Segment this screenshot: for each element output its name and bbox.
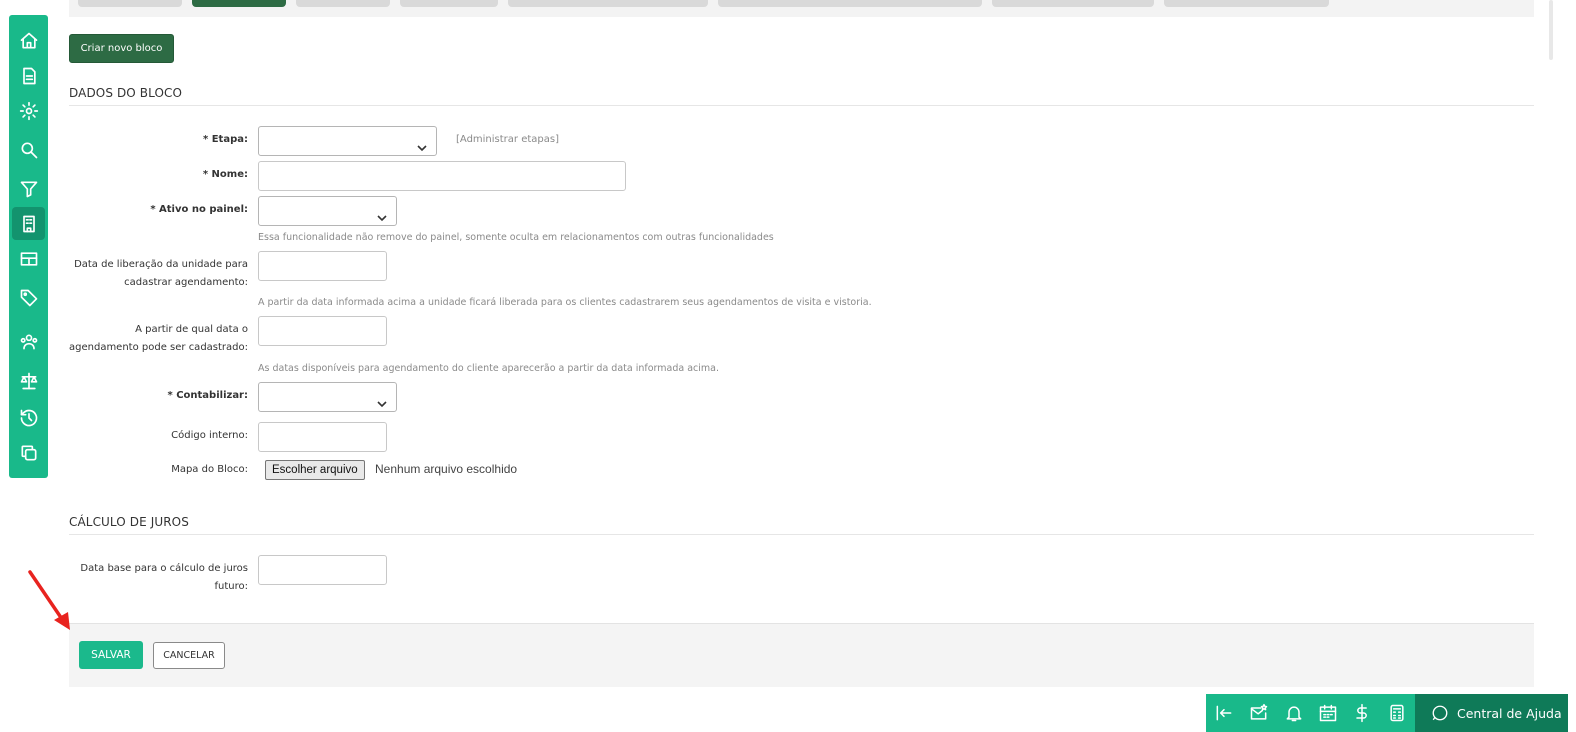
document-icon (22, 67, 36, 84)
etapa-label: * Etapa: (203, 134, 248, 145)
tab-bar (69, 0, 1534, 17)
history-icon (20, 409, 37, 426)
tab-2-active[interactable] (192, 0, 286, 7)
sidebar-item-search[interactable] (12, 133, 45, 166)
collapse-button[interactable] (1214, 703, 1234, 723)
section-divider (69, 534, 1534, 535)
choose-file-button[interactable]: Escolher arquivo (265, 460, 365, 480)
cancel-button[interactable]: CANCELAR (153, 642, 225, 669)
tag-icon (20, 289, 37, 306)
codigo-input[interactable] (258, 422, 387, 452)
calendar-button[interactable] (1318, 703, 1338, 723)
notifications-button[interactable] (1284, 703, 1304, 723)
chat-help-icon (1432, 705, 1448, 721)
tab-7[interactable] (992, 0, 1154, 7)
juros-label-line1: Data base para o cálculo de juros (80, 563, 248, 574)
tab-1[interactable] (78, 0, 182, 7)
sidebar-item-table[interactable] (12, 242, 45, 275)
calculator-button[interactable] (1387, 703, 1407, 723)
section-title-interest: CÁLCULO DE JUROS (69, 515, 189, 529)
scale-icon (20, 372, 37, 389)
ativo-hint: Essa funcionalidade não remove do painel… (258, 232, 774, 243)
tab-4[interactable] (400, 0, 498, 7)
chevron-down-icon (377, 393, 387, 408)
tab-8[interactable] (1164, 0, 1329, 7)
settings-icon (19, 101, 38, 120)
scrollbar[interactable] (1549, 0, 1553, 60)
contabilizar-select[interactable] (258, 382, 397, 412)
chevron-down-icon (377, 207, 387, 222)
mapa-label: Mapa do Bloco: (171, 464, 248, 475)
sidebar (9, 15, 48, 478)
bell-icon (1286, 706, 1302, 722)
calendar-icon (1319, 704, 1337, 722)
table-icon (20, 251, 37, 266)
section-title-block-data: DADOS DO BLOCO (69, 86, 183, 100)
etapa-select[interactable] (258, 126, 437, 156)
chevron-down-icon (417, 137, 427, 152)
tab-6[interactable] (718, 0, 982, 7)
copy-icon (21, 445, 36, 460)
collapse-icon (1216, 705, 1232, 721)
bottom-toolbar (1206, 694, 1415, 732)
section-divider (69, 105, 1534, 106)
ativo-label: * Ativo no painel: (150, 204, 248, 215)
tab-5[interactable] (508, 0, 708, 7)
save-button[interactable]: SALVAR (79, 641, 143, 669)
sidebar-item-legal[interactable] (12, 364, 45, 397)
nome-input[interactable] (258, 161, 626, 191)
form-actions-bar (69, 623, 1534, 687)
sidebar-item-history[interactable] (12, 401, 45, 434)
liberacao-hint: A partir da data informada acima a unida… (258, 297, 872, 308)
calculator-icon (1390, 704, 1404, 722)
file-status: Nenhum arquivo escolhido (375, 462, 518, 476)
manage-stages-link[interactable]: [Administrar etapas] (456, 134, 559, 145)
liberacao-label-line1: Data de liberação da unidade para (74, 259, 248, 270)
mail-star-icon (1250, 703, 1268, 720)
codigo-label: Código interno: (171, 430, 248, 441)
sidebar-item-home[interactable] (12, 24, 45, 57)
help-center-label: Central de Ajuda (1457, 705, 1562, 721)
create-block-button[interactable]: Criar novo bloco (69, 34, 174, 63)
help-center-button[interactable]: Central de Ajuda (1415, 694, 1568, 732)
finance-button[interactable] (1352, 703, 1372, 723)
agendamento-date-input[interactable] (258, 316, 387, 346)
sidebar-item-tags[interactable] (12, 281, 45, 314)
annotation-arrow-icon (28, 570, 70, 630)
nome-label: * Nome: (202, 169, 248, 180)
contabilizar-label: * Contabilizar: (167, 390, 248, 401)
filter-icon (20, 181, 37, 197)
juros-date-input[interactable] (258, 555, 387, 585)
sidebar-item-documents[interactable] (12, 59, 45, 92)
tab-3[interactable] (296, 0, 390, 7)
building-icon (22, 215, 35, 232)
home-icon (20, 32, 37, 49)
messages-button[interactable] (1249, 703, 1269, 723)
liberacao-date-input[interactable] (258, 251, 387, 281)
ativo-select[interactable] (258, 196, 397, 226)
search-icon (21, 142, 37, 158)
sidebar-item-users[interactable] (12, 325, 45, 358)
agendamento-label-line2: agendamento pode ser cadastrado: (69, 342, 248, 353)
juros-label-line2: futuro: (214, 581, 249, 592)
sidebar-item-copy[interactable] (12, 436, 45, 469)
liberacao-label-line2: cadastrar agendamento: (124, 277, 248, 288)
dollar-icon (1356, 703, 1367, 723)
agendamento-hint: As datas disponíveis para agendamento do… (258, 363, 720, 374)
sidebar-item-settings[interactable] (12, 94, 45, 127)
sidebar-item-buildings[interactable] (12, 207, 45, 240)
users-icon (20, 334, 37, 349)
sidebar-item-filter[interactable] (12, 172, 45, 205)
agendamento-label-line1: A partir de qual data o (135, 324, 248, 335)
